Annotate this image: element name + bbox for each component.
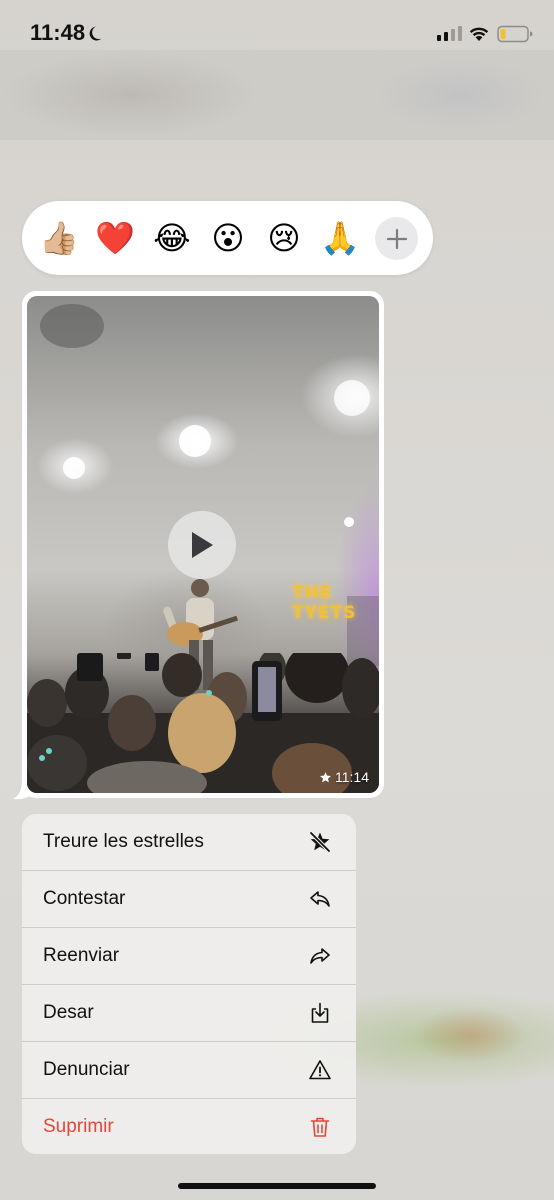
- menu-item-label: Suprimir: [43, 1116, 114, 1137]
- star-icon: [320, 771, 331, 782]
- stage-sign: THE TYETS: [292, 583, 357, 623]
- wifi-icon: [469, 27, 489, 41]
- menu-item-unstar[interactable]: Treure les estrelles: [22, 814, 356, 871]
- reaction-bar: 👍🏼 ❤️ 😂 😮 😢 🙏: [22, 201, 433, 275]
- video-thumbnail[interactable]: THE TYETS 11:14: [27, 296, 379, 793]
- home-indicator[interactable]: [178, 1183, 376, 1189]
- play-button[interactable]: [168, 511, 236, 579]
- moon-icon: [89, 26, 102, 41]
- trash-icon: [310, 1117, 330, 1137]
- reply-icon: [310, 891, 330, 907]
- menu-item-save[interactable]: Desar: [22, 985, 356, 1042]
- thumbs-up-reaction-button[interactable]: 👍🏼: [39, 218, 79, 258]
- tears-of-joy-reaction-button[interactable]: 😂: [152, 218, 192, 258]
- status-time: 11:48: [30, 20, 86, 45]
- menu-item-forward[interactable]: Reenviar: [22, 928, 356, 985]
- message-timestamp: 11:14: [319, 769, 369, 785]
- menu-item-label: Treure les estrelles: [43, 831, 204, 852]
- warning-icon: [309, 1060, 331, 1080]
- unstar-icon: [309, 831, 331, 853]
- menu-item-reply[interactable]: Contestar: [22, 871, 356, 928]
- battery-icon: [497, 25, 533, 43]
- timestamp-text: 11:14: [335, 769, 369, 785]
- status-bar: 11:48: [0, 0, 554, 66]
- surprised-reaction-button[interactable]: 😮: [208, 218, 248, 258]
- context-menu: Treure les estrelles Contestar Reenviar …: [22, 814, 356, 1154]
- cellular-signal-icon: [437, 26, 462, 41]
- menu-item-label: Desar: [43, 1002, 94, 1023]
- menu-item-label: Denunciar: [43, 1059, 130, 1080]
- menu-item-label: Contestar: [43, 888, 126, 909]
- heart-reaction-button[interactable]: ❤️: [95, 218, 135, 258]
- menu-item-label: Reenviar: [43, 945, 120, 966]
- save-icon: [311, 1002, 329, 1023]
- menu-item-delete[interactable]: Suprimir: [22, 1099, 356, 1154]
- play-icon: [192, 532, 213, 558]
- crying-reaction-button[interactable]: 😢: [264, 218, 304, 258]
- menu-item-report[interactable]: Denunciar: [22, 1042, 356, 1099]
- more-reactions-button[interactable]: [375, 217, 418, 260]
- plus-icon: [386, 228, 407, 249]
- forward-icon: [310, 948, 330, 964]
- pray-reaction-button[interactable]: 🙏: [320, 218, 360, 258]
